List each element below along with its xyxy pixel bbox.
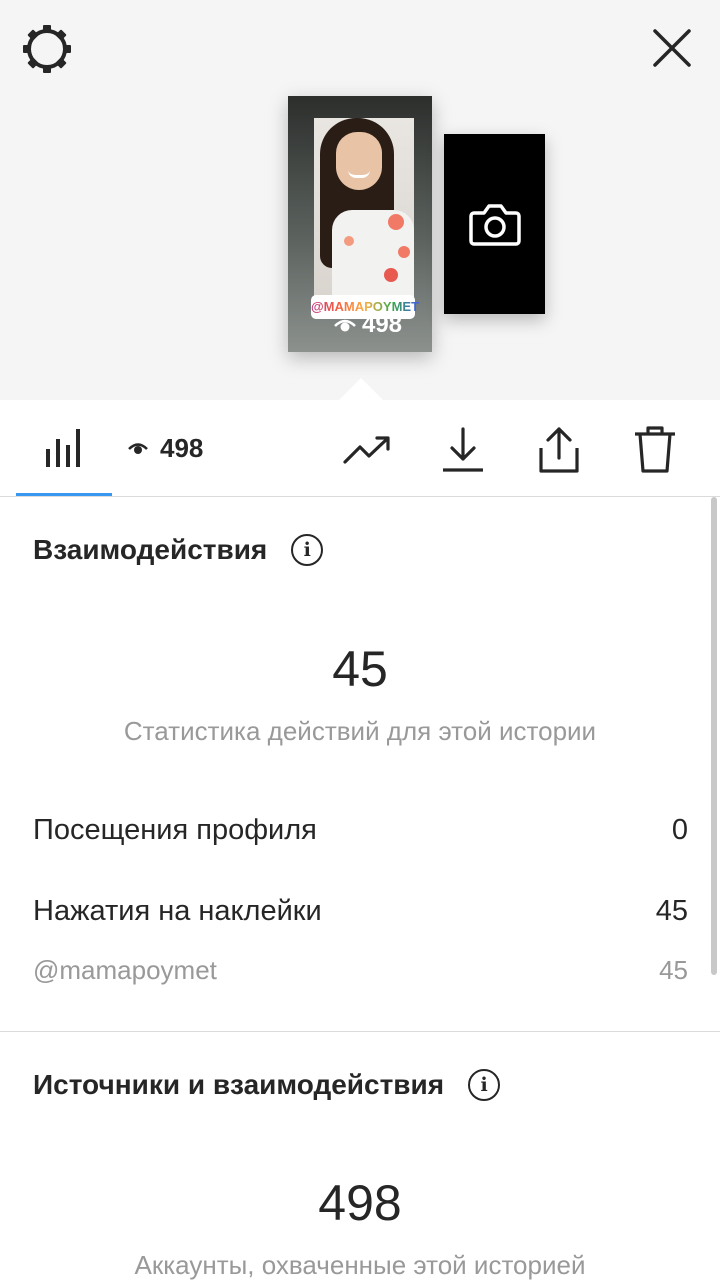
mention-sticker-taps-row: @mamapoymet 45	[33, 955, 688, 985]
story-thumbnail[interactable]: @MAMAPOYMET 498	[288, 96, 432, 352]
discovery-caption: Аккаунты, охваченные этой историей	[134, 1250, 586, 1280]
download-icon	[443, 427, 483, 472]
view-count-value: 498	[160, 432, 204, 463]
interactions-total: 45	[332, 641, 388, 697]
info-icon[interactable]: i	[291, 534, 324, 566]
insights-panel[interactable]	[0, 497, 720, 1280]
bar-chart-icon	[46, 428, 80, 467]
trash-icon	[635, 426, 675, 473]
delete-button[interactable]	[625, 420, 685, 480]
selected-story-pointer	[339, 378, 383, 400]
add-story-camera-card[interactable]	[444, 134, 545, 314]
download-button[interactable]	[433, 420, 493, 480]
tab-statistics[interactable]	[16, 400, 112, 496]
info-icon[interactable]: i	[468, 1069, 501, 1101]
share-icon	[539, 427, 579, 473]
interactions-section-title: Взаимодействия i	[33, 534, 324, 566]
eye-icon	[334, 319, 356, 332]
sticker-taps-row: Нажатия на наклейки 45	[33, 895, 688, 927]
close-icon[interactable]	[648, 24, 696, 72]
discovery-total: 498	[318, 1175, 402, 1231]
story-photo	[314, 118, 414, 314]
profile-visits-row: Посещения профиля 0	[33, 814, 688, 846]
thumbnail-view-count: 498	[318, 310, 418, 340]
share-button[interactable]	[529, 420, 589, 480]
discovery-section-title: Источники и взаимодействия i	[33, 1069, 501, 1101]
camera-icon	[468, 204, 521, 246]
promote-button[interactable]	[338, 420, 398, 480]
eye-icon	[128, 443, 148, 454]
interactions-caption: Статистика действий для этой истории	[123, 716, 597, 746]
view-count[interactable]: 498	[128, 428, 203, 468]
trending-up-icon	[343, 436, 390, 464]
gear-icon[interactable]	[20, 22, 74, 76]
section-divider	[0, 1031, 720, 1032]
story-toolbar: 498	[0, 400, 720, 497]
